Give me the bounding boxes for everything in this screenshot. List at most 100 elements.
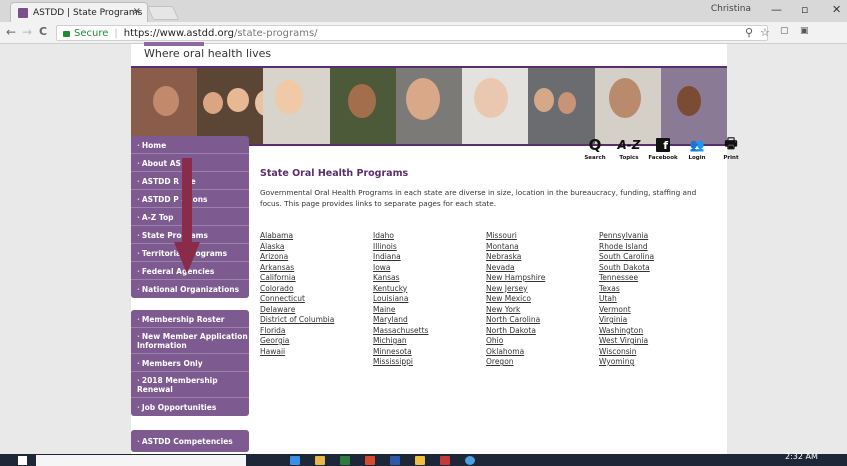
login-link[interactable]: 👥 Login [684, 136, 710, 161]
state-link[interactable]: Virginia [599, 315, 712, 326]
sidebar-item-astdd-competencies[interactable]: · ASTDD Competencies [131, 430, 249, 452]
separator: | [114, 27, 118, 39]
state-link[interactable]: Kansas [373, 273, 486, 284]
state-link[interactable]: Arizona [260, 252, 373, 263]
new-tab-button[interactable] [146, 6, 180, 20]
state-link[interactable]: Oklahoma [486, 347, 599, 358]
sidebar-item-label: New Member Application Information [137, 332, 248, 350]
sidebar-item-membership-renewal[interactable]: · 2018 Membership Renewal [131, 372, 249, 398]
state-link[interactable]: New Hampshire [486, 273, 599, 284]
state-link[interactable]: Montana [486, 242, 599, 253]
state-link[interactable]: Alabama [260, 231, 373, 242]
sidebar-item-new-member-application[interactable]: · New Member Application Information [131, 328, 249, 354]
state-link[interactable]: Wyoming [599, 357, 712, 368]
state-link[interactable]: Illinois [373, 242, 486, 253]
state-link[interactable]: Vermont [599, 305, 712, 316]
star-icon[interactable]: ☆ [760, 26, 770, 39]
close-window-button[interactable]: ✕ [832, 3, 841, 16]
address-bar[interactable]: Secure | https://www.astdd.org/state-pro… [56, 25, 768, 41]
state-link[interactable]: South Dakota [599, 263, 712, 274]
search-link[interactable]: Q Search [582, 136, 608, 161]
search-label: Search [584, 155, 606, 161]
state-link[interactable]: Tennessee [599, 273, 712, 284]
state-link[interactable]: Delaware [260, 305, 373, 316]
state-link[interactable]: Connecticut [260, 294, 373, 305]
site-logo[interactable] [144, 42, 204, 46]
chrome-icon[interactable] [465, 456, 475, 465]
state-link[interactable]: North Dakota [486, 326, 599, 337]
state-link[interactable]: Colorado [260, 284, 373, 295]
state-link[interactable]: Utah [599, 294, 712, 305]
state-link[interactable]: Mississippi [373, 357, 486, 368]
state-link[interactable]: South Carolina [599, 252, 712, 263]
state-link[interactable]: Nevada [486, 263, 599, 274]
state-link[interactable]: Washington [599, 326, 712, 337]
topics-link[interactable]: A-Z Topics [616, 136, 642, 161]
state-link[interactable]: Idaho [373, 231, 486, 242]
extension-icon-2[interactable]: ▣ [800, 26, 809, 36]
state-link[interactable]: District of Columbia [260, 315, 373, 326]
state-link[interactable]: Missouri [486, 231, 599, 242]
minimize-button[interactable]: — [771, 3, 782, 16]
state-link[interactable]: Wisconsin [599, 347, 712, 358]
state-link[interactable]: North Carolina [486, 315, 599, 326]
state-link[interactable]: Arkansas [260, 263, 373, 274]
sidebar-item-national-organizations[interactable]: · National Organizations [131, 280, 249, 298]
search-icon: Q [588, 136, 602, 154]
reload-button[interactable]: C [39, 25, 47, 38]
facebook-icon: f [656, 136, 670, 154]
file-explorer-icon[interactable] [315, 456, 325, 465]
edge-icon[interactable] [290, 456, 300, 465]
forward-button[interactable]: → [22, 25, 32, 39]
sidebar-item-home[interactable]: · Home [131, 136, 249, 154]
state-link[interactable]: New York [486, 305, 599, 316]
state-link[interactable]: Louisiana [373, 294, 486, 305]
state-link[interactable]: Maine [373, 305, 486, 316]
state-link[interactable]: Florida [260, 326, 373, 337]
profile-name[interactable]: Christina [711, 4, 751, 14]
taskbar-search-box[interactable] [36, 455, 246, 466]
back-button[interactable]: ← [6, 25, 16, 39]
browser-tab[interactable]: ASTDD | State Programs × [10, 2, 148, 22]
sidebar-item-membership-roster[interactable]: · Membership Roster [131, 310, 249, 328]
state-link[interactable]: Minnesota [373, 347, 486, 358]
state-link[interactable]: New Jersey [486, 284, 599, 295]
app-icon[interactable] [440, 456, 450, 465]
sidebar-item-job-opportunities[interactable]: · Job Opportunities [131, 398, 249, 416]
state-link[interactable]: Rhode Island [599, 242, 712, 253]
excel-icon[interactable] [340, 456, 350, 465]
state-link[interactable]: Hawaii [260, 347, 373, 358]
word-icon[interactable] [390, 456, 400, 465]
banner-photo [594, 68, 661, 144]
folder-icon[interactable] [415, 456, 425, 465]
state-link[interactable]: Ohio [486, 336, 599, 347]
state-link[interactable]: Nebraska [486, 252, 599, 263]
state-link[interactable]: Georgia [260, 336, 373, 347]
state-link[interactable]: Pennsylvania [599, 231, 712, 242]
powerpoint-icon[interactable] [365, 456, 375, 465]
zoom-icon[interactable]: ⚲ [745, 26, 753, 39]
print-link[interactable]: 🖶 Print [718, 136, 744, 161]
state-link[interactable]: Oregon [486, 357, 599, 368]
state-link[interactable]: Indiana [373, 252, 486, 263]
state-link[interactable]: Kentucky [373, 284, 486, 295]
state-link[interactable]: Texas [599, 284, 712, 295]
sidebar-item-label: 2018 Membership Renewal [137, 376, 218, 394]
tab-close-button[interactable]: × [133, 6, 141, 17]
sidebar-item-label: Members Only [141, 359, 203, 368]
windows-start-icon[interactable] [18, 456, 27, 465]
extension-icon[interactable]: ▢ [780, 26, 789, 36]
os-taskbar: 2:32 AM [0, 452, 847, 466]
facebook-label: Facebook [648, 155, 678, 161]
state-link[interactable]: Massachusetts [373, 326, 486, 337]
facebook-link[interactable]: f Facebook [648, 136, 678, 161]
state-link[interactable]: California [260, 273, 373, 284]
sidebar-item-members-only[interactable]: · Members Only [131, 354, 249, 372]
state-link[interactable]: West Virginia [599, 336, 712, 347]
state-link[interactable]: Maryland [373, 315, 486, 326]
state-link[interactable]: Michigan [373, 336, 486, 347]
state-link[interactable]: Iowa [373, 263, 486, 274]
state-link[interactable]: New Mexico [486, 294, 599, 305]
maximize-button[interactable]: ▫ [801, 3, 808, 16]
state-link[interactable]: Alaska [260, 242, 373, 253]
